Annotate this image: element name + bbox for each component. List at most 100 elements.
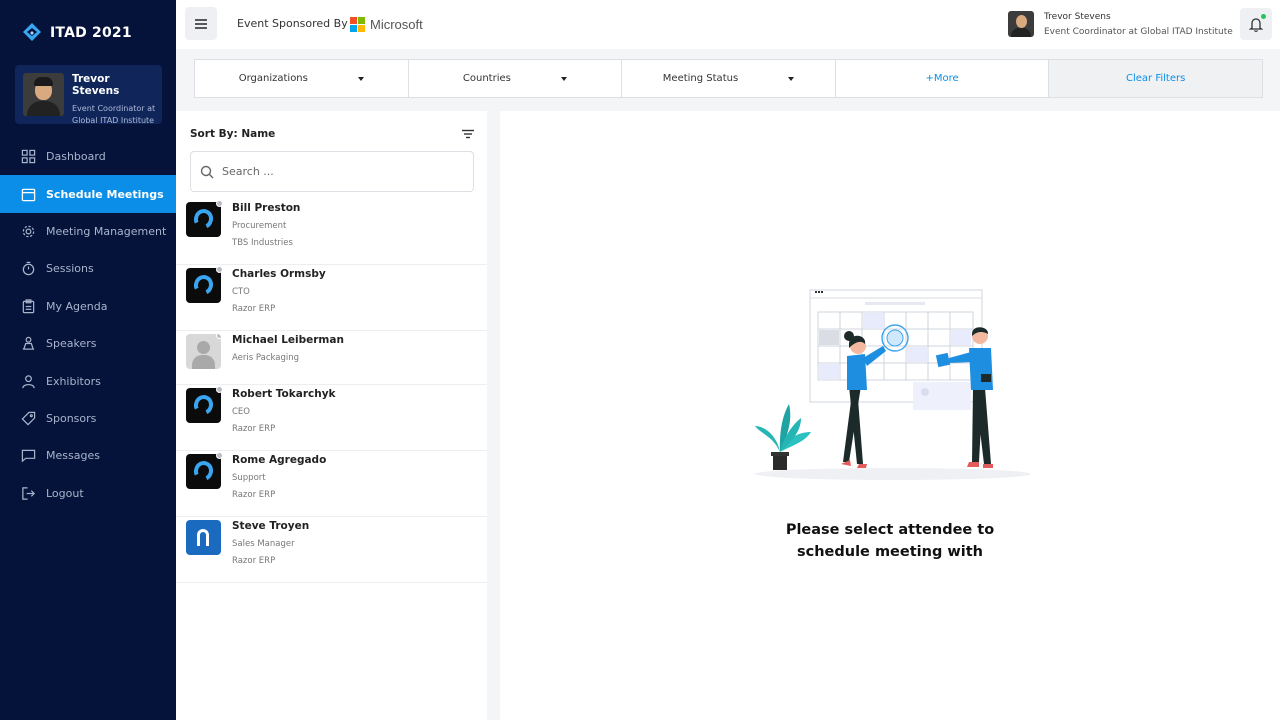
app-title: ITAD 2021	[50, 25, 132, 41]
attendee-role: Aeris Packaging	[232, 353, 300, 363]
avatar	[23, 73, 64, 116]
microsoft-logo-icon	[350, 17, 365, 32]
list-item[interactable]: Michael Leiberman Aeris Packaging	[176, 331, 487, 385]
sidebar-item-label: Logout	[46, 486, 84, 500]
countries-filter[interactable]: Countries	[409, 60, 623, 97]
status-dot	[216, 334, 221, 339]
sidebar-item-label: Schedule Meetings	[46, 187, 164, 201]
more-filters-button[interactable]: +More	[836, 60, 1050, 97]
list-item[interactable]: Robert Tokarchyk CEO Razor ERP	[176, 385, 487, 451]
sidebar-item-label: My Agenda	[46, 299, 108, 313]
sidebar-item-label: Messages	[46, 449, 100, 463]
sort-icon[interactable]	[461, 129, 475, 139]
list-item[interactable]: Rome Agregado Support Razor ERP	[176, 451, 487, 517]
profile-card[interactable]: Trevor Stevens Event Coordinator at Glob…	[15, 65, 162, 125]
sidebar-item-label: Speakers	[46, 337, 97, 351]
clear-filters-button[interactable]: Clear Filters	[1049, 60, 1262, 97]
search-icon	[200, 165, 214, 178]
attendee-role: Procurement	[232, 221, 287, 231]
filter-label: Clear Filters	[1126, 73, 1186, 84]
bell-icon	[1249, 17, 1263, 32]
avatar	[186, 266, 223, 303]
attendee-company: Razor ERP	[232, 304, 276, 314]
main-panel: Please select attendee to schedule meeti…	[500, 111, 1280, 720]
sidebar-item-logout[interactable]: Logout	[0, 475, 176, 512]
attendee-name: Steve Troyen	[232, 520, 310, 532]
attendee-name: Michael Leiberman	[232, 334, 344, 346]
schedule-illustration	[755, 289, 1031, 480]
attendee-name: Robert Tokarchyk	[232, 388, 336, 400]
sponsor-name: Microsoft	[370, 17, 423, 32]
sidebar-item-label: Meeting Management	[46, 224, 167, 238]
dashboard-icon	[21, 149, 36, 164]
message-icon	[21, 450, 36, 463]
attendee-company: Razor ERP	[232, 424, 276, 434]
avatar	[1008, 11, 1034, 37]
brand[interactable]: ITAD 2021	[22, 22, 132, 44]
attendee-role: Support	[232, 473, 266, 483]
sidebar-item-meeting-management[interactable]: Meeting Management	[0, 213, 176, 250]
sidebar-item-messages[interactable]: Messages	[0, 437, 176, 474]
sidebar-item-exhibitors[interactable]: Exhibitors	[0, 362, 176, 399]
caret-down-icon	[560, 76, 567, 81]
stopwatch-icon	[22, 262, 35, 276]
organizations-filter[interactable]: Organizations	[195, 60, 409, 97]
attendee-name: Rome Agregado	[232, 454, 327, 466]
filter-bar: Organizations Countries Meeting Status +…	[194, 59, 1263, 98]
sidebar-item-sponsors[interactable]: Sponsors	[0, 400, 176, 437]
list-item[interactable]: Bill Preston Procurement TBS Industries	[176, 199, 487, 265]
sidebar-item-label: Sponsors	[46, 411, 97, 425]
sidebar-item-label: Sessions	[46, 262, 94, 276]
attendee-company: Razor ERP	[232, 490, 276, 500]
caret-down-icon	[788, 76, 795, 81]
notifications-button[interactable]	[1240, 8, 1272, 40]
sort-label[interactable]: Sort By: Name	[190, 128, 275, 140]
user-icon	[22, 374, 35, 388]
gear-icon	[22, 225, 35, 238]
list-item[interactable]: Charles Ormsby CTO Razor ERP	[176, 265, 487, 331]
attendee-name: Charles Ormsby	[232, 268, 326, 280]
profile-role: Event Coordinator at Global ITAD Institu…	[72, 104, 156, 125]
status-dot	[216, 200, 223, 207]
filter-label: +More	[925, 73, 959, 84]
attendee-list-panel: Sort By: Name Bill Preston Procurement T…	[176, 111, 487, 720]
sidebar-item-dashboard[interactable]: Dashboard	[0, 138, 176, 175]
search-box	[190, 151, 474, 192]
user-menu[interactable]: Trevor Stevens Event Coordinator at Glob…	[1008, 11, 1233, 37]
list-item[interactable]: Steve Troyen Sales Manager Razor ERP	[176, 517, 487, 583]
meeting-status-filter[interactable]: Meeting Status	[622, 60, 836, 97]
sidebar-item-speakers[interactable]: Speakers	[0, 325, 176, 362]
attendee-company: TBS Industries	[232, 238, 293, 248]
status-dot	[216, 386, 223, 393]
attendee-role: CEO	[232, 407, 250, 417]
calendar-icon	[21, 188, 36, 201]
hamburger-icon	[195, 18, 207, 29]
user-name: Trevor Stevens	[1044, 11, 1111, 22]
tag-icon	[21, 411, 36, 426]
avatar	[186, 520, 221, 555]
sidebar-item-schedule-meetings[interactable]: Schedule Meetings	[0, 175, 176, 213]
itad-logo-icon	[23, 23, 41, 41]
menu-button[interactable]	[185, 7, 217, 40]
sidebar: ITAD 2021 Trevor Stevens Event Coordinat…	[0, 0, 176, 720]
avatar	[186, 200, 223, 237]
sidebar-item-sessions[interactable]: Sessions	[0, 250, 176, 287]
sidebar-item-label: Dashboard	[46, 150, 106, 164]
notification-badge	[1261, 14, 1266, 19]
attendee-name: Bill Preston	[232, 202, 301, 214]
user-role: Event Coordinator at Global ITAD Institu…	[1044, 26, 1233, 37]
search-input[interactable]	[222, 165, 452, 178]
clipboard-icon	[22, 299, 35, 313]
filter-label: Meeting Status	[662, 73, 739, 84]
attendee-role: CTO	[232, 287, 250, 297]
caret-down-icon	[357, 76, 364, 81]
filter-label: Countries	[462, 73, 511, 84]
status-dot	[216, 266, 223, 273]
logout-icon	[22, 486, 35, 500]
topbar: Event Sponsored By Microsoft Trevor Stev…	[176, 0, 1280, 49]
sidebar-nav: Dashboard Schedule Meetings Meeting Mana…	[0, 138, 176, 512]
sponsor-logo: Microsoft	[350, 17, 423, 32]
attendee-company: Razor ERP	[232, 556, 276, 566]
empty-state-message: Please select attendee to schedule meeti…	[785, 522, 995, 560]
sidebar-item-my-agenda[interactable]: My Agenda	[0, 288, 176, 325]
